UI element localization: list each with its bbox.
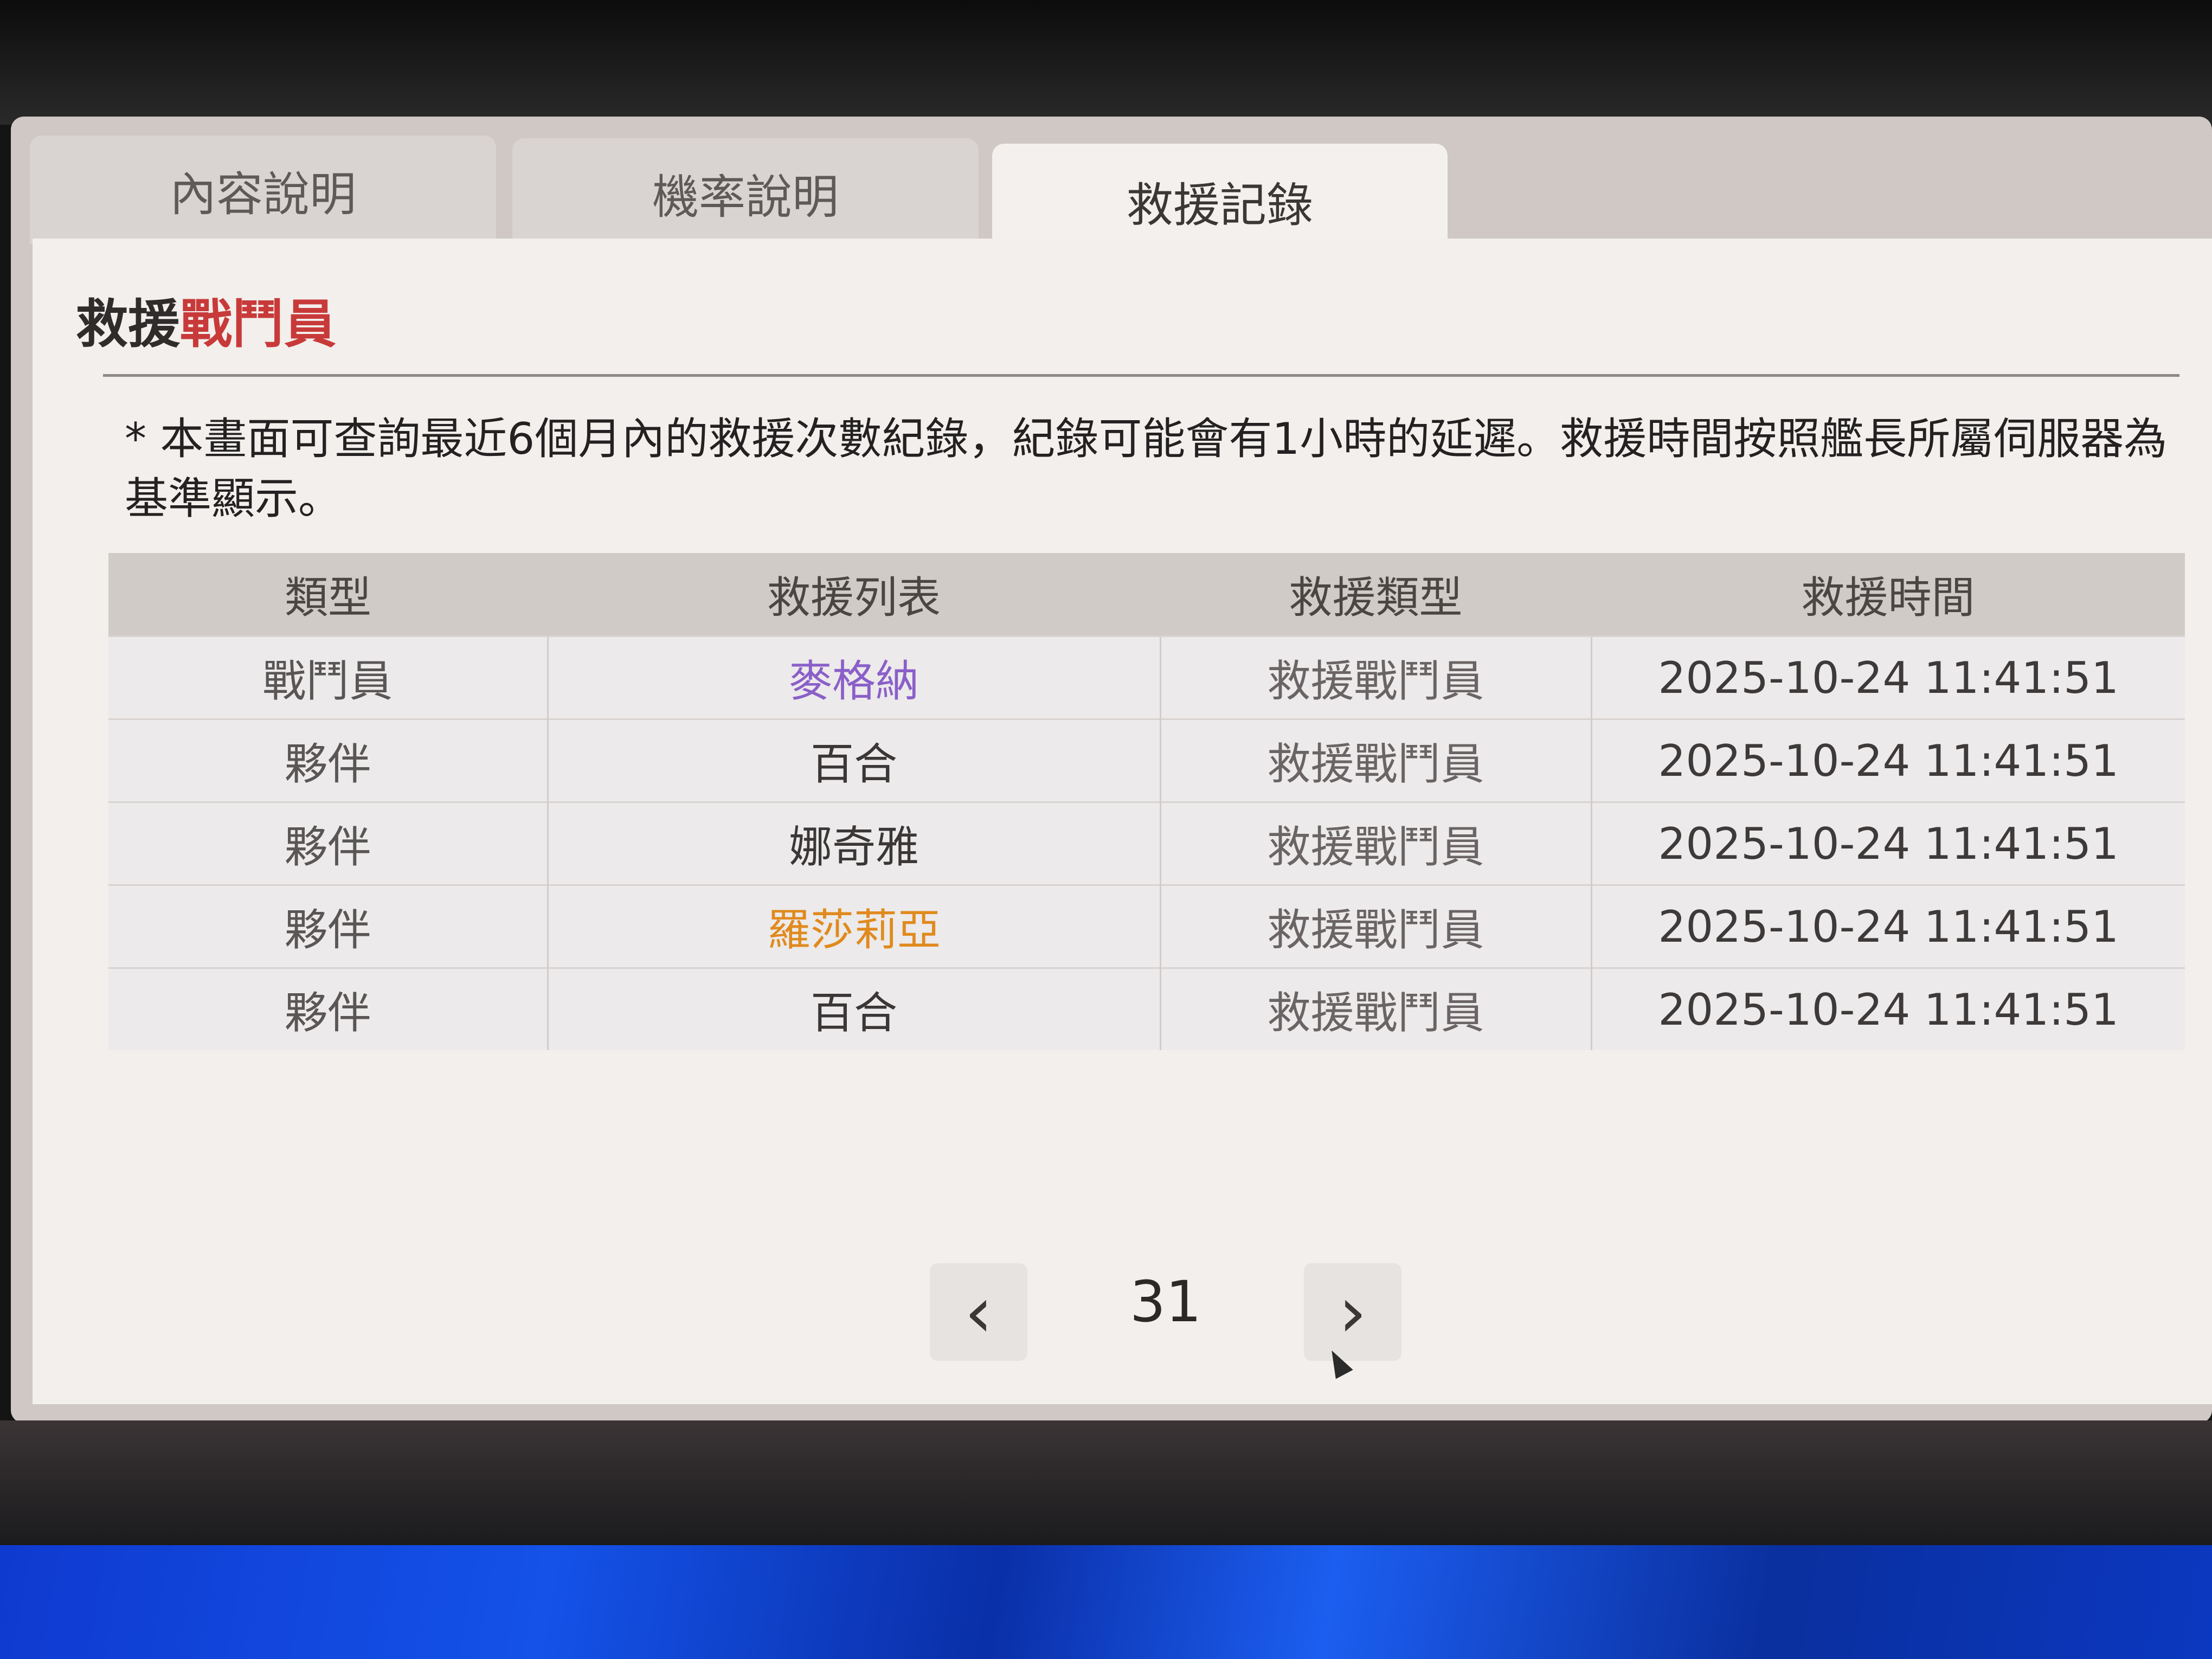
- header-rescue-kind: 救援類型: [1160, 553, 1591, 636]
- section-title: 救援戰鬥員: [76, 282, 336, 357]
- cell-time: 2025-10-24 11:41:51: [1590, 967, 2185, 1050]
- table-row: 夥伴 娜奇雅 救援戰鬥員 2025-10-24 11:41:51: [108, 801, 2185, 885]
- cell-time: 2025-10-24 11:41:51: [1590, 635, 2185, 719]
- desktop-wallpaper: [0, 1545, 2212, 1659]
- tab-probability-description[interactable]: 機率說明: [512, 138, 979, 247]
- cell-type: 夥伴: [108, 884, 548, 968]
- section-title-accent: 戰鬥員: [180, 294, 336, 355]
- cell-kind: 救援戰鬥員: [1159, 967, 1591, 1050]
- cell-kind: 救援戰鬥員: [1159, 635, 1591, 719]
- cell-kind: 救援戰鬥員: [1159, 718, 1591, 802]
- section-title-prefix: 救援: [76, 294, 180, 355]
- cell-name: 百合: [546, 718, 1160, 802]
- screen-bezel-top: [0, 0, 2212, 125]
- page-number: 31: [1129, 1269, 1202, 1335]
- cell-type: 夥伴: [108, 967, 548, 1050]
- cell-type: 戰鬥員: [108, 635, 548, 719]
- cell-type: 夥伴: [108, 718, 548, 802]
- cell-type: 夥伴: [108, 801, 548, 885]
- title-divider: [103, 374, 2179, 377]
- notice-text: * 本畫面可查詢最近6個月內的救援次數紀錄，紀錄可能會有1小時的延遲。救援時間按…: [125, 414, 2168, 524]
- table-row: 夥伴 百合 救援戰鬥員 2025-10-24 11:41:51: [108, 967, 2185, 1050]
- prev-page-button[interactable]: ‹: [930, 1263, 1027, 1361]
- cell-time: 2025-10-24 11:41:51: [1590, 884, 2185, 968]
- cell-time: 2025-10-24 11:41:51: [1590, 718, 2185, 802]
- table-row: 夥伴 羅莎莉亞 救援戰鬥員 2025-10-24 11:41:51: [108, 884, 2185, 968]
- cell-name: 羅莎莉亞: [546, 884, 1160, 968]
- header-rescue-time: 救援時間: [1591, 553, 2185, 636]
- chevron-right-icon: ›: [1339, 1271, 1367, 1353]
- table-row: 夥伴 百合 救援戰鬥員 2025-10-24 11:41:51: [108, 718, 2185, 802]
- header-rescue-list: 救援列表: [548, 553, 1160, 636]
- table-header-row: 類型 救援列表 救援類型 救援時間: [108, 553, 2185, 636]
- next-page-button[interactable]: ›: [1304, 1263, 1401, 1361]
- rescue-records-table: 類型 救援列表 救援類型 救援時間 戰鬥員 麥格納 救援戰鬥員 2025-10-…: [108, 553, 2185, 1050]
- chevron-left-icon: ‹: [964, 1271, 993, 1353]
- cell-time: 2025-10-24 11:41:51: [1590, 801, 2185, 885]
- cell-kind: 救援戰鬥員: [1159, 884, 1591, 968]
- table-row: 戰鬥員 麥格納 救援戰鬥員 2025-10-24 11:41:51: [108, 635, 2185, 719]
- cell-name: 麥格納: [546, 635, 1160, 719]
- cell-kind: 救援戰鬥員: [1159, 801, 1591, 885]
- cell-name: 娜奇雅: [546, 801, 1160, 885]
- cell-name: 百合: [546, 967, 1160, 1050]
- header-type: 類型: [108, 553, 548, 636]
- tab-content-description[interactable]: 內容說明: [30, 136, 496, 244]
- screen-bezel-bottom: [0, 1420, 2212, 1551]
